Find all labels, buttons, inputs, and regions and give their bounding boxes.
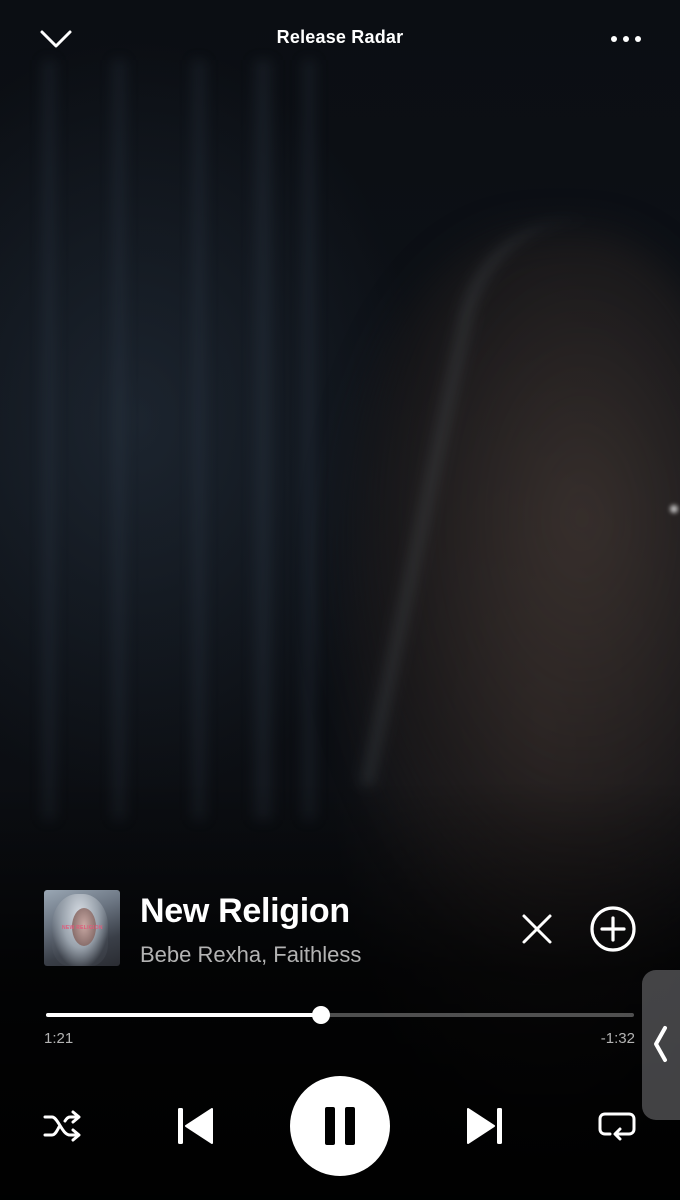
track-info: NEW RELIGION New Religion Bebe Rexha, Fa… (44, 890, 640, 968)
more-options-icon[interactable] (608, 26, 644, 52)
elapsed-time: 1:21 (44, 1030, 74, 1047)
repeat-icon (598, 1112, 636, 1141)
shuffle-button[interactable] (42, 1108, 84, 1144)
progress-fill (46, 1013, 322, 1017)
background-curtain-fold (250, 60, 276, 820)
add-to-library-button[interactable] (588, 904, 638, 954)
add-circle-icon (590, 906, 636, 952)
next-track-button[interactable] (464, 1104, 506, 1148)
background-curtain-fold (40, 60, 58, 820)
track-title[interactable]: New Religion (140, 892, 350, 931)
background-figure-glint (670, 505, 678, 513)
repeat-button[interactable] (596, 1108, 638, 1144)
shuffle-icon (43, 1110, 81, 1142)
skip-next-icon (467, 1108, 502, 1144)
track-artist[interactable]: Bebe Rexha, Faithless (140, 942, 361, 968)
chevron-left-icon (654, 1026, 667, 1062)
remaining-time: -1:32 (600, 1030, 635, 1047)
background-curtain-fold (190, 60, 208, 820)
hide-track-button[interactable] (516, 908, 558, 950)
playlist-title: Release Radar (276, 27, 404, 47)
side-panel-handle[interactable] (642, 970, 680, 1120)
background-curtain-fold (110, 60, 128, 820)
progress-handle[interactable] (312, 1006, 331, 1024)
now-playing-screen: Release Radar NEW RELIGION New Religion … (0, 0, 680, 1200)
play-pause-button[interactable] (290, 1076, 390, 1176)
skip-previous-icon (178, 1108, 213, 1144)
previous-track-button[interactable] (174, 1104, 216, 1148)
pause-icon (325, 1107, 355, 1145)
cover-art-text: NEW RELIGION (62, 925, 103, 931)
playback-controls (0, 1076, 680, 1176)
album-cover[interactable]: NEW RELIGION (44, 890, 120, 966)
progress-bar[interactable] (46, 1006, 634, 1024)
close-icon (522, 914, 552, 944)
background-curtain-fold (300, 60, 318, 820)
player-header: Release Radar (0, 0, 680, 78)
